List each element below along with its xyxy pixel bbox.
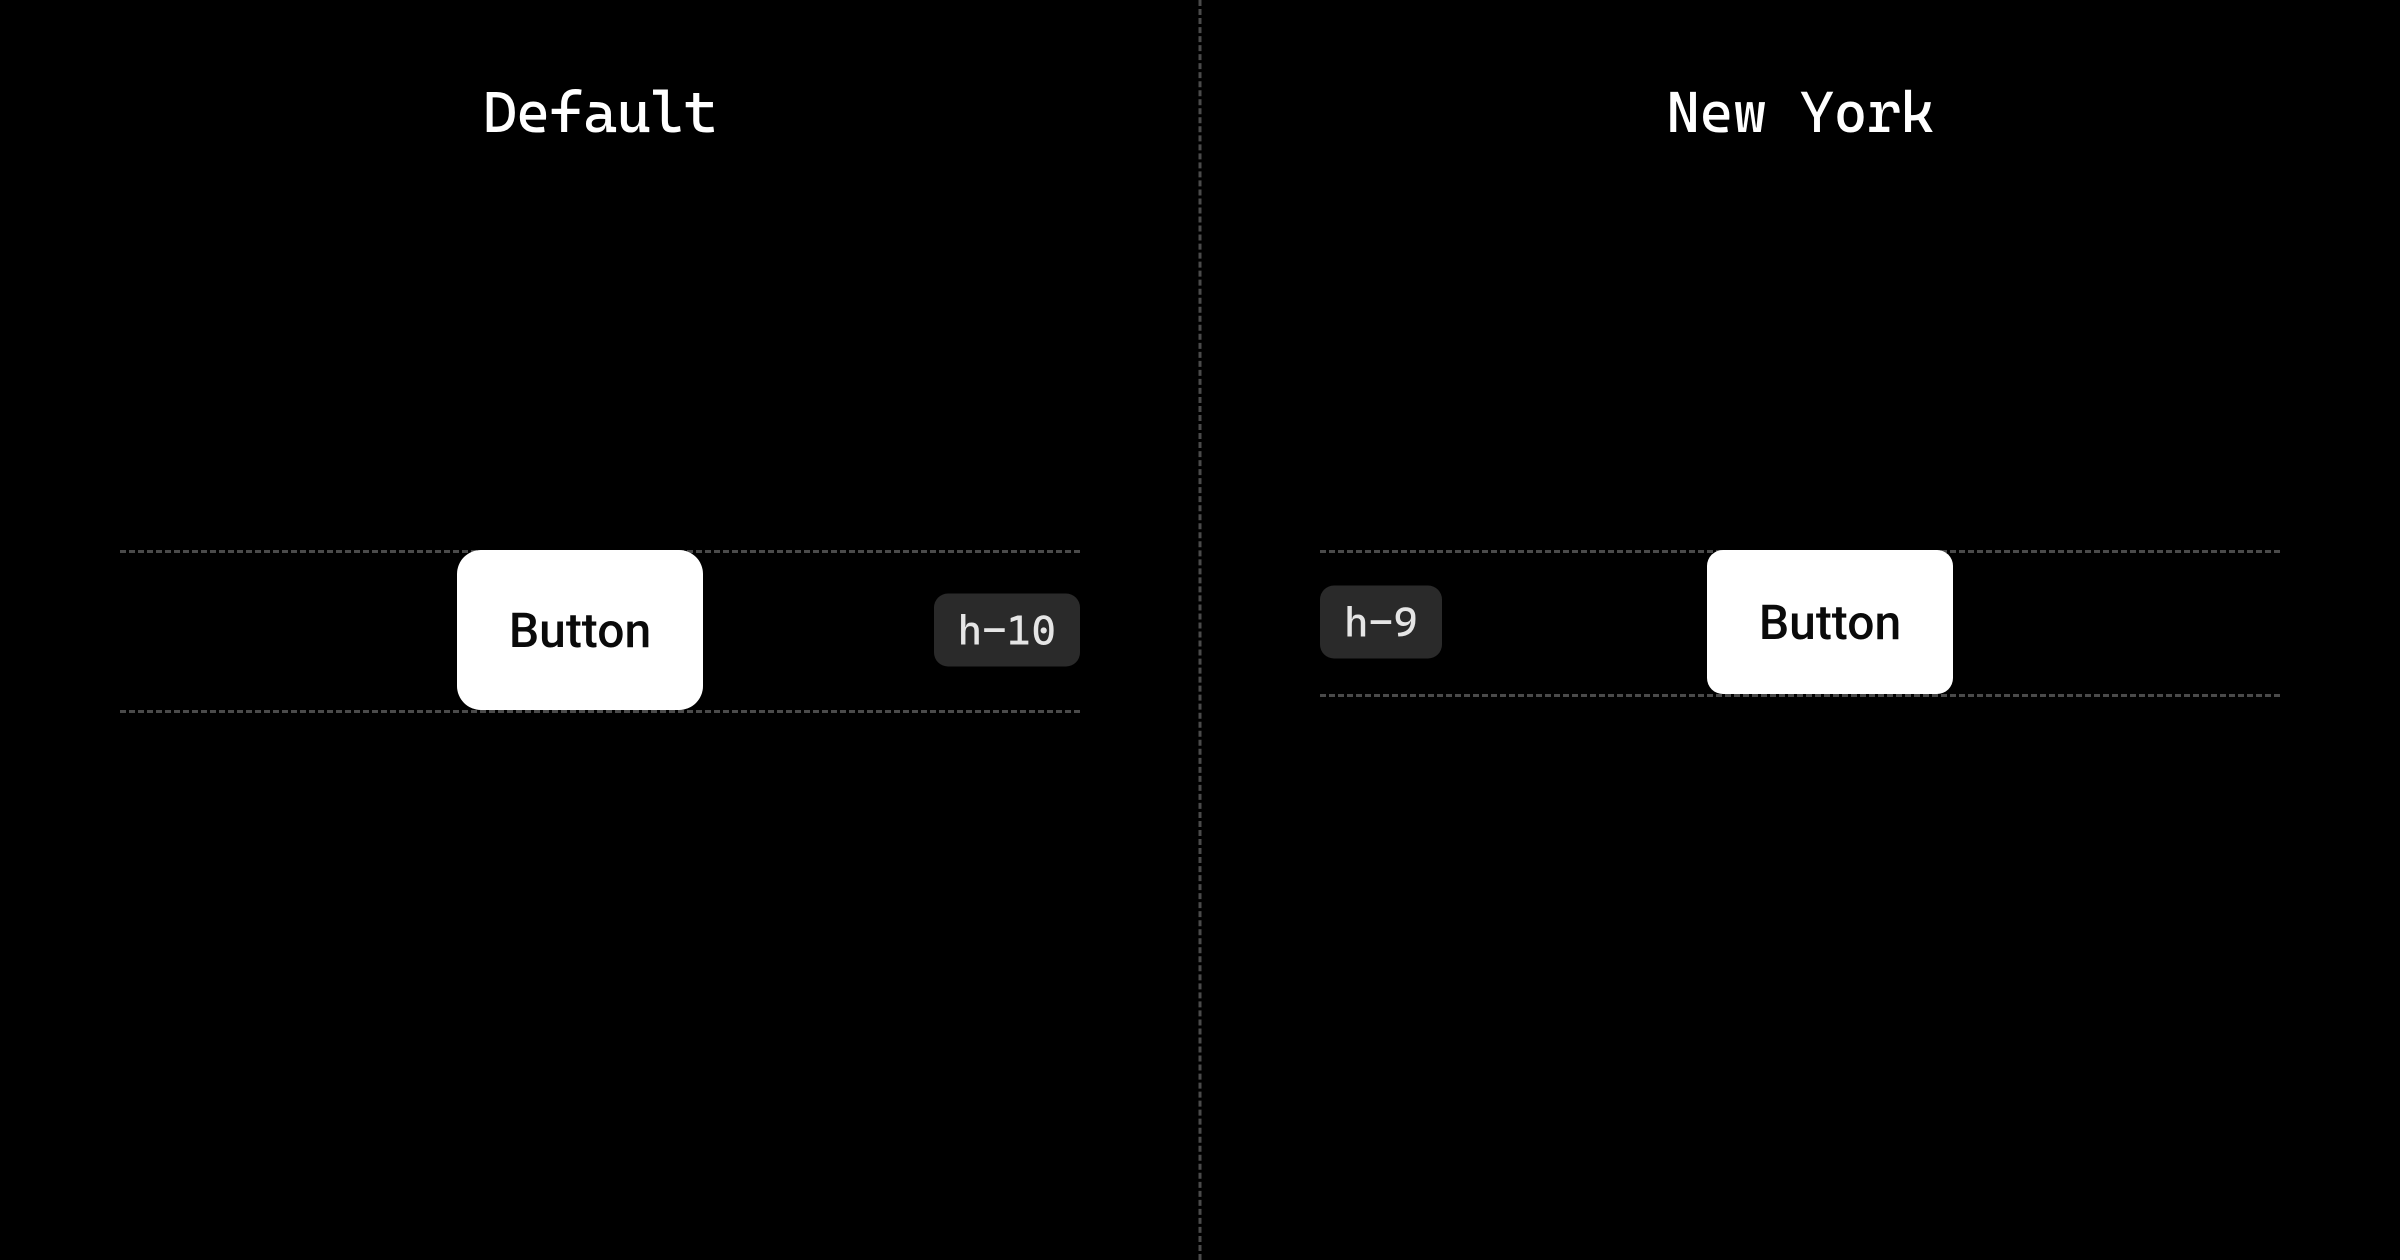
panel-title-newyork: New York <box>1666 78 1934 146</box>
guide-line-bottom <box>120 710 1080 713</box>
newyork-button[interactable]: Button <box>1707 550 1953 694</box>
height-badge-newyork: h-9 <box>1320 586 1442 659</box>
panel-title-default: Default <box>483 78 717 146</box>
button-demo-area-default: Button h-10 <box>0 550 1200 710</box>
guide-line-bottom <box>1320 694 2280 697</box>
default-button[interactable]: Button <box>457 550 703 710</box>
newyork-style-panel: New York h-9 Button <box>1200 0 2400 1260</box>
button-demo-area-newyork: h-9 Button <box>1200 550 2400 694</box>
height-badge-default: h-10 <box>934 594 1080 667</box>
default-style-panel: Default Button h-10 <box>0 0 1200 1260</box>
